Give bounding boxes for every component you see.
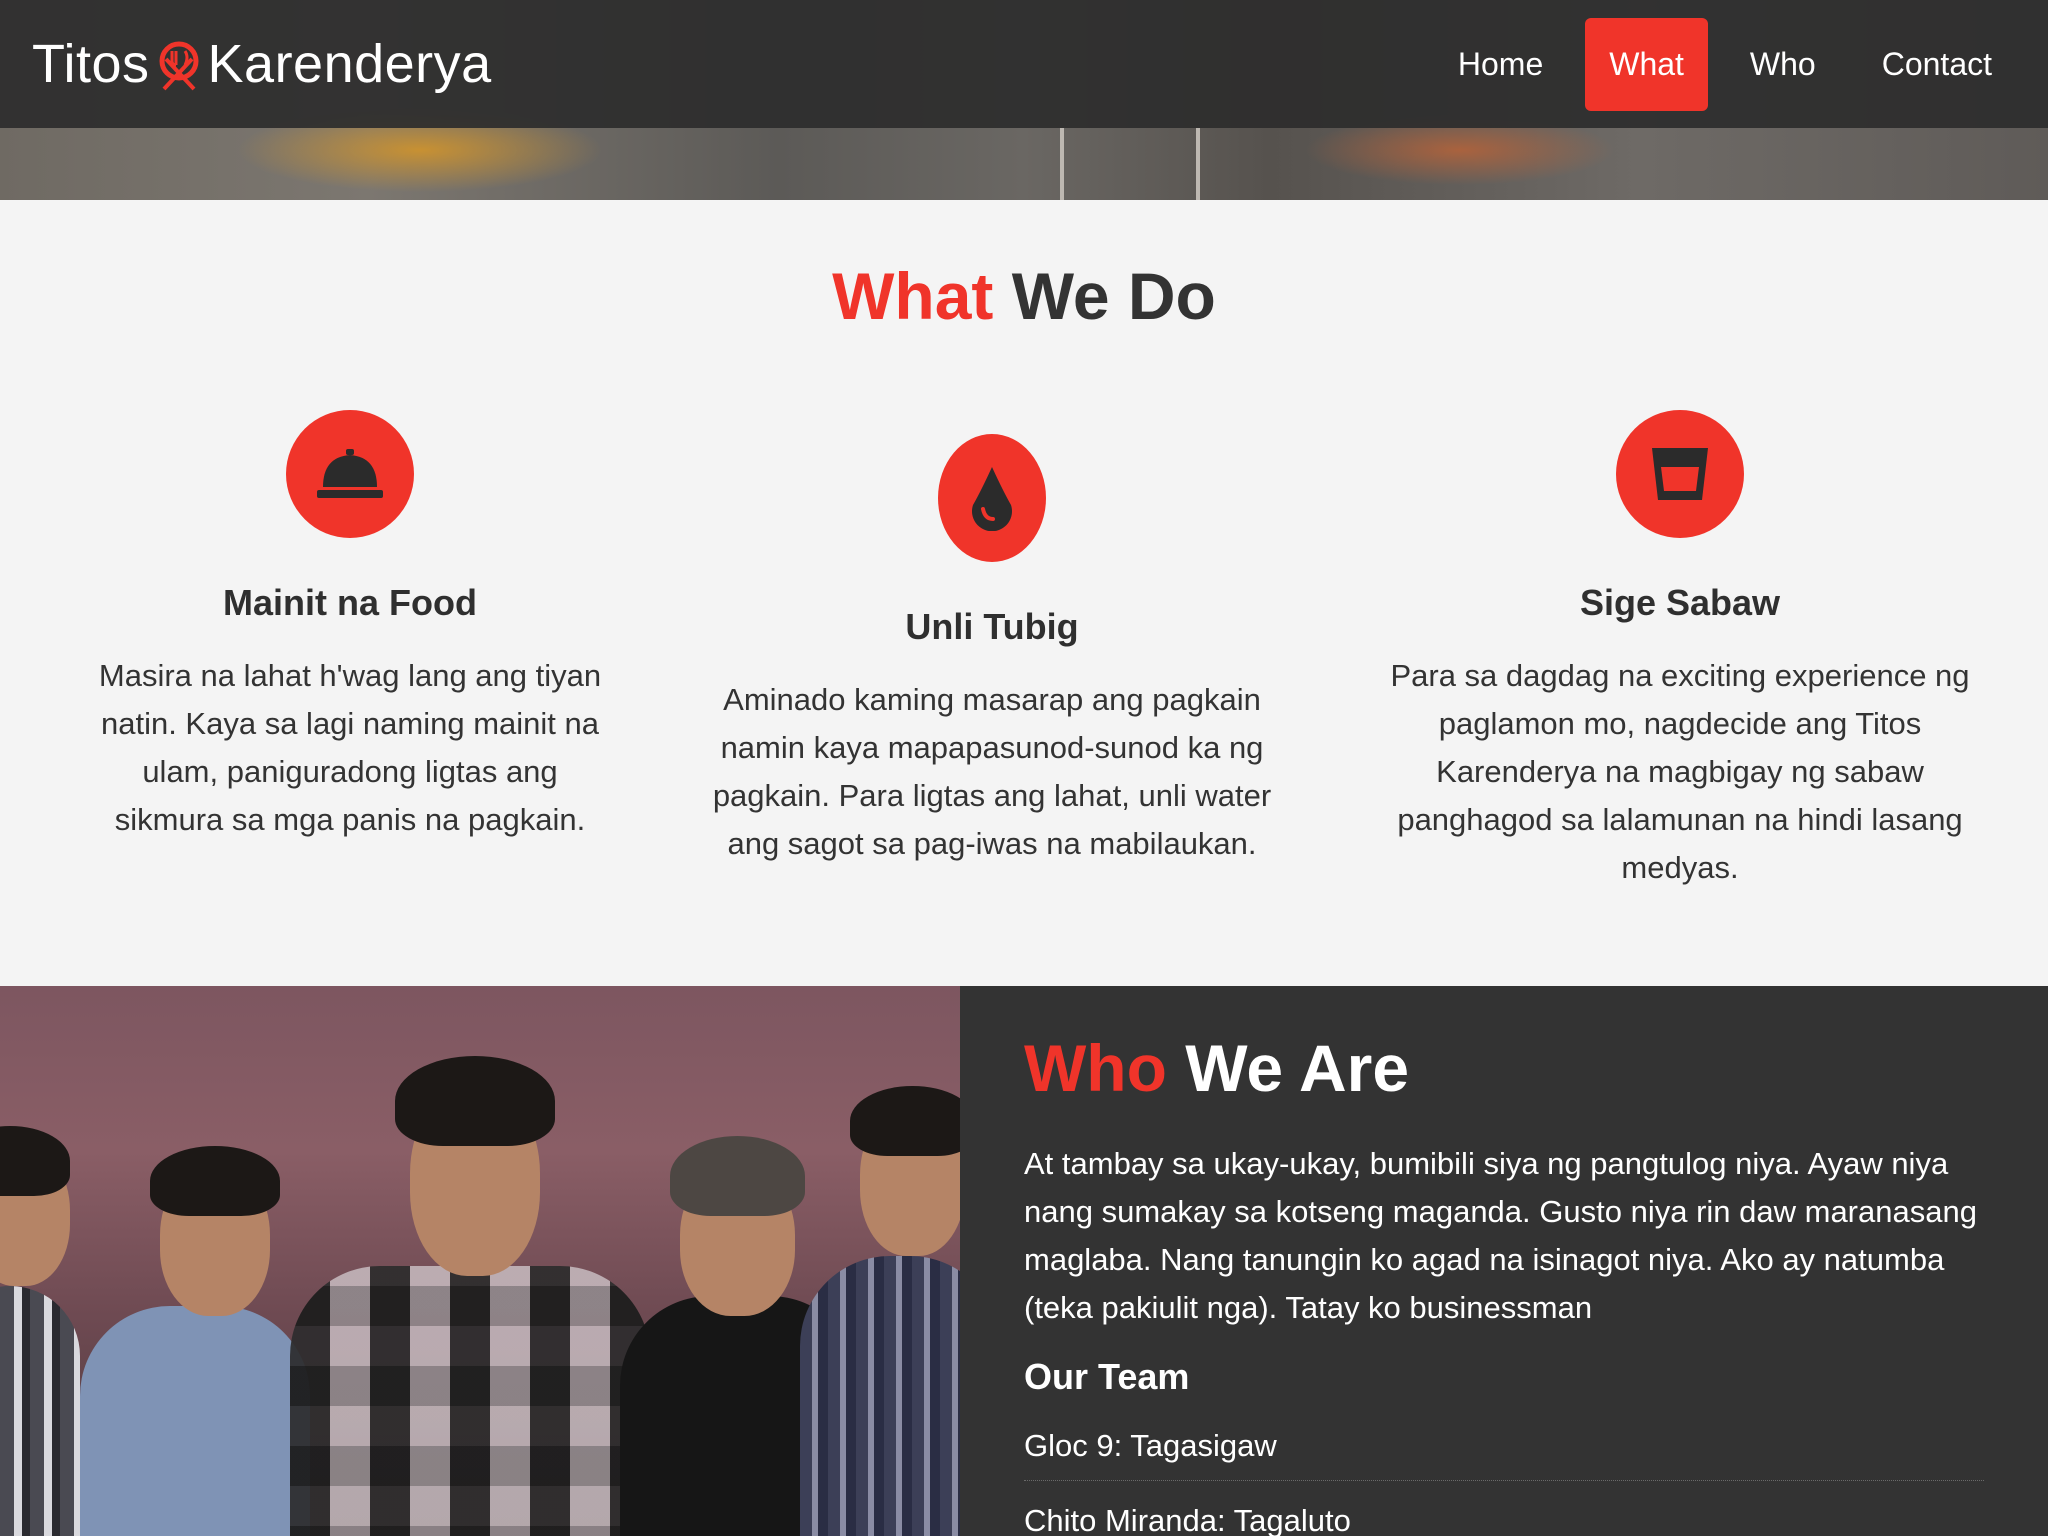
- glass-icon: [1616, 410, 1744, 538]
- team-list: Gloc 9: Tagasigaw Chito Miranda: Tagalut…: [1024, 1406, 1984, 1536]
- feature-text: Aminado kaming masarap ang pagkain namin…: [712, 682, 1272, 861]
- main-nav: Home What Who Contact: [1434, 17, 2016, 111]
- who-section-title: Who We Are: [1024, 1030, 1409, 1106]
- brand-logo-link[interactable]: Titos Karenderya: [32, 33, 492, 95]
- nav-who[interactable]: Who: [1726, 18, 1840, 111]
- title-rest: We Are: [1185, 1031, 1410, 1105]
- team-heading: Our Team: [1024, 1356, 1190, 1397]
- feature-title: Sige Sabaw: [1579, 582, 1781, 623]
- brand-name-first: Titos: [32, 34, 150, 94]
- plate-edge: [1196, 128, 1200, 200]
- team-member: Gloc 9: Tagasigaw: [1024, 1406, 1984, 1481]
- team-member: Chito Miranda: Tagaluto: [1024, 1481, 1984, 1536]
- feature-title: Unli Tubig: [905, 606, 1079, 647]
- navbar: Titos Karenderya Home What Who Contact: [0, 0, 2048, 128]
- feature-text: Masira na lahat h'wag lang ang tiyan nat…: [98, 658, 602, 837]
- feature-card: Unli Tubig Aminado kaming masarap ang pa…: [700, 434, 1284, 868]
- nav-home[interactable]: Home: [1434, 18, 1567, 111]
- drop-icon: [938, 434, 1046, 562]
- brand-name-second: Karenderya: [207, 34, 492, 94]
- feature-text: Para sa dagdag na exciting experience ng…: [1390, 658, 1970, 885]
- plate-edge: [1060, 128, 1064, 200]
- what-we-do-section: What We Do Mainit na Food Masira na laha…: [0, 200, 2048, 986]
- nav-contact[interactable]: Contact: [1858, 18, 2016, 111]
- feature-title: Mainit na Food: [223, 582, 477, 623]
- who-we-are-section: Who We Are At tambay sa ukay-ukay, bumib…: [960, 986, 2048, 1536]
- feature-card: Mainit na Food Masira na lahat h'wag lan…: [90, 410, 610, 844]
- team-photo: [0, 986, 960, 1536]
- feature-card: Sige Sabaw Para sa dagdag na exciting ex…: [1380, 410, 1980, 892]
- nav-what[interactable]: What: [1585, 17, 1708, 111]
- bell-icon: [286, 410, 414, 538]
- fork-knife-icon: [152, 37, 206, 91]
- title-accent: What: [832, 259, 994, 333]
- title-rest: We Do: [1011, 259, 1216, 333]
- title-accent: Who: [1024, 1031, 1167, 1105]
- what-section-title: What We Do: [0, 258, 2048, 334]
- who-description: At tambay sa ukay-ukay, bumibili siya ng…: [1024, 1146, 1977, 1325]
